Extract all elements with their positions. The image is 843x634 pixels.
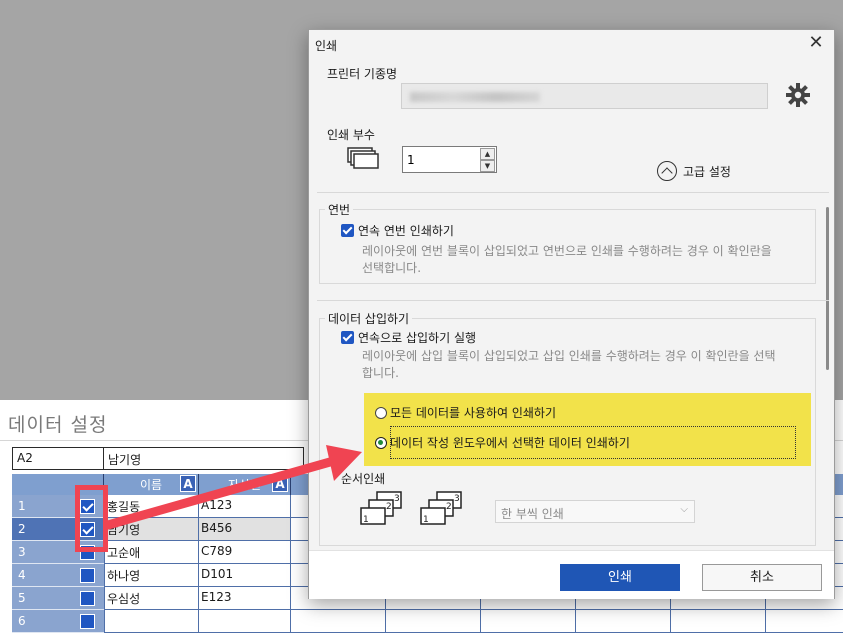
row-number: 1 [12, 495, 72, 518]
dialog-footer: 인쇄 취소 [309, 550, 834, 599]
option-selected-label: 데이터 작성 윈도우에서 선택한 데이터 인쇄하기 [390, 436, 630, 450]
code-cell[interactable]: A123 [199, 495, 291, 518]
option-selected-data[interactable]: 데이터 작성 윈도우에서 선택한 데이터 인쇄하기 [375, 434, 630, 451]
chevron-down-icon: ⌵ [680, 504, 688, 515]
code-cell[interactable]: E123 [199, 587, 291, 610]
serial-checkbox-row[interactable]: 연속 연번 인쇄하기 [341, 222, 454, 239]
code-cell[interactable] [199, 610, 291, 633]
svg-text:1: 1 [363, 515, 369, 525]
close-icon[interactable]: ✕ [806, 32, 826, 53]
advanced-settings-label: 고급 설정 [683, 164, 731, 179]
name-cell[interactable] [104, 610, 199, 633]
svg-text:2: 2 [446, 502, 452, 512]
printer-name-blurred [410, 92, 540, 102]
printer-label: 프린터 기종명 [327, 67, 398, 81]
row-checkbox[interactable] [80, 568, 95, 583]
serial-checkbox-label: 연속 연번 인쇄하기 [358, 224, 454, 238]
row-checkbox[interactable] [80, 614, 95, 629]
option-all-label: 모든 데이터를 사용하여 인쇄하기 [390, 406, 557, 420]
column-header-name[interactable]: 이름 A [104, 474, 199, 495]
text-column-badge-icon: A [180, 475, 196, 492]
table-row[interactable]: 6 [12, 610, 843, 633]
option-all-radio[interactable] [375, 406, 387, 419]
annotation-red-box [75, 485, 108, 552]
data-settings-title: 데이터 설정 [8, 414, 108, 436]
gear-icon[interactable] [785, 82, 811, 108]
code-cell[interactable]: B456 [199, 518, 291, 541]
copies-input[interactable] [403, 147, 479, 172]
data-insert-checkbox-row[interactable]: 연속으로 삽입하기 실행 [341, 329, 476, 346]
row-checkbox-cell[interactable] [72, 610, 104, 633]
printer-name-field[interactable] [401, 83, 768, 109]
column-header-asset-label: 자산번 [227, 478, 262, 492]
cancel-button[interactable]: 취소 [702, 564, 822, 591]
section-divider [317, 192, 829, 193]
scrollbar-thumb[interactable] [826, 207, 829, 370]
column-header-name-label: 이름 [139, 478, 163, 492]
decrement-button[interactable]: ▼ [480, 160, 495, 172]
column-header-asset[interactable]: 자산번 A [199, 474, 291, 495]
name-cell[interactable]: 하나영 [104, 564, 199, 587]
collate-select-value: 한 부씩 인쇄 [501, 507, 564, 521]
row-number: 3 [12, 541, 72, 564]
name-cell[interactable]: 홍길동 [104, 495, 199, 518]
copies-label: 인쇄 부수 [327, 128, 375, 142]
collate-select[interactable]: 한 부씩 인쇄 ⌵ [495, 500, 695, 523]
copies-stepper[interactable]: ▲ ▼ [402, 146, 497, 173]
option-all-data[interactable]: 모든 데이터를 사용하여 인쇄하기 [375, 404, 556, 421]
data-insert-description: 레이아웃에 삽입 블록이 삽입되었고 삽입 인쇄를 수행하려는 경우 이 확인란… [362, 349, 776, 380]
cell-address-box[interactable]: A2 [12, 447, 104, 470]
reverse-order-icon: 32 1 [420, 491, 462, 525]
row-checkbox[interactable] [80, 591, 95, 606]
row-number: 6 [12, 610, 72, 633]
serial-description: 레이아웃에 연번 블록이 삽입되었고 연번으로 인쇄를 수행하려는 경우 이 확… [362, 244, 772, 275]
row-checkbox-cell[interactable] [72, 587, 104, 610]
empty-cells [291, 610, 843, 633]
advanced-settings-toggle[interactable]: 고급 설정 [657, 161, 731, 181]
copies-icon [347, 147, 379, 169]
row-number: 2 [12, 518, 72, 541]
cell-value-box[interactable]: 남기영 [104, 447, 304, 470]
row-number: 4 [12, 564, 72, 587]
svg-text:3: 3 [394, 494, 400, 504]
name-cell[interactable]: 고순애 [104, 541, 199, 564]
data-insert-checkbox[interactable] [341, 331, 354, 344]
collate-order-icon: 32 1 [360, 491, 402, 525]
sequence-print-label: 순서인쇄 [341, 472, 386, 486]
svg-text:3: 3 [454, 494, 460, 504]
code-cell[interactable]: C789 [199, 541, 291, 564]
option-selected-radio[interactable] [375, 436, 387, 449]
print-button[interactable]: 인쇄 [560, 564, 680, 591]
row-number: 5 [12, 587, 72, 610]
code-cell[interactable]: D101 [199, 564, 291, 587]
chevron-up-icon [657, 161, 677, 181]
name-cell[interactable]: 우심성 [104, 587, 199, 610]
increment-button[interactable]: ▲ [480, 148, 495, 160]
dialog-title: 인쇄 [315, 39, 338, 53]
data-insert-group-label: 데이터 삽입하기 [325, 310, 413, 327]
text-column-badge-icon: A [272, 475, 288, 492]
svg-text:2: 2 [386, 502, 392, 512]
print-dialog: 인쇄 ✕ 프린터 기종명 인쇄 부수 ▲ ▼ 고급 설정 연번 [308, 29, 835, 599]
section-divider [317, 300, 829, 301]
serial-group-label: 연번 [325, 201, 354, 218]
serial-checkbox[interactable] [341, 224, 354, 237]
row-checkbox-cell[interactable] [72, 564, 104, 587]
data-insert-checkbox-label: 연속으로 삽입하기 실행 [358, 331, 477, 345]
name-cell[interactable]: 남기영 [104, 518, 199, 541]
svg-text:1: 1 [423, 515, 429, 525]
